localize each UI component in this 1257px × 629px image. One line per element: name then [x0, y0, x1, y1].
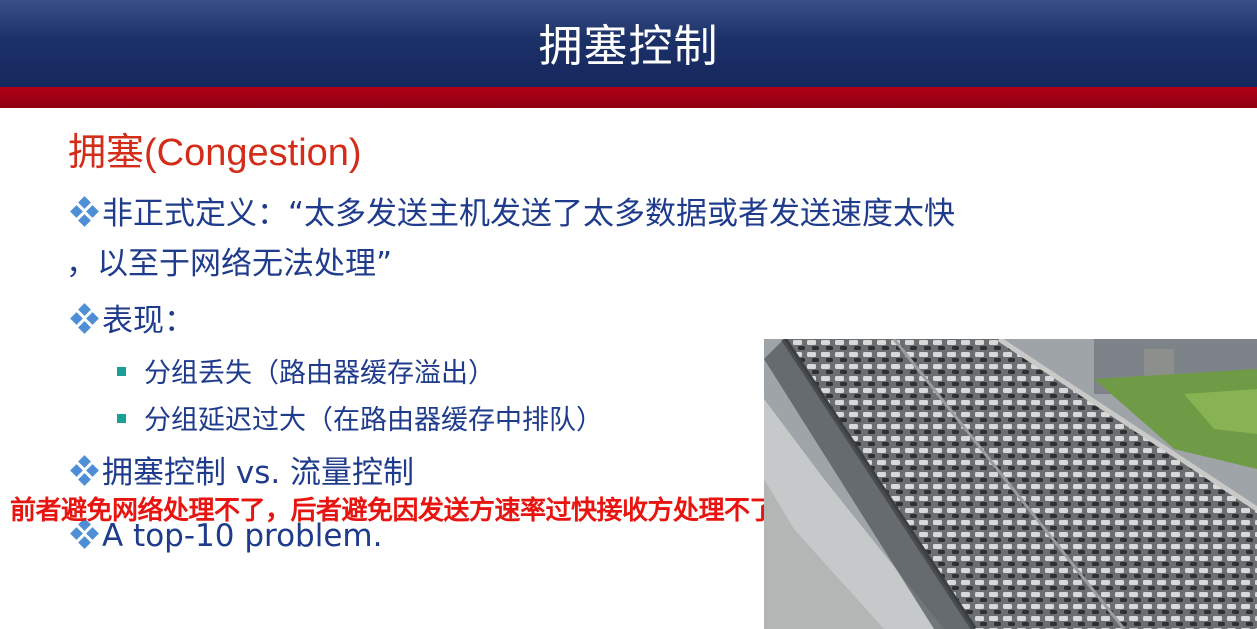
bullet-definition: 非正式定义：“太多发送主机发送了太多数据或者发送速度太快 [70, 193, 955, 235]
diamond-bullet-icon [70, 303, 100, 334]
sub-bullet-text: 分组丢失（路由器缓存溢出） [144, 358, 495, 389]
header-red-bar [0, 87, 1257, 108]
slide-header: 拥塞控制 [0, 0, 1257, 87]
bullet-symptoms: 表现： [70, 300, 195, 342]
bullet-text: 拥塞控制 vs. 流量控制 [102, 455, 415, 491]
slide-title: 拥塞控制 [538, 21, 719, 72]
square-bullet-icon [117, 414, 126, 423]
traffic-jam-illustration [764, 339, 1257, 629]
bullet-text: 表现： [102, 303, 195, 339]
annotation-note: 前者避免网络处理不了，后者避免因发送方速率过快接收方处理不了 [10, 496, 776, 526]
bullet-definition-continued: ，以至于网络无法处理” [66, 243, 392, 285]
traffic-jam-photo [764, 339, 1257, 629]
bullet-congestion-vs-flow: 拥塞控制 vs. 流量控制 [70, 452, 414, 494]
bullet-text: 非正式定义：“太多发送主机发送了太多数据或者发送速度太快 [102, 196, 956, 232]
square-bullet-icon [117, 367, 126, 376]
section-title: 拥塞(Congestion) [68, 132, 362, 174]
bullet-text: ，以至于网络无法处理” [66, 246, 393, 282]
diamond-bullet-icon [70, 196, 100, 227]
diamond-bullet-icon [70, 455, 100, 486]
sub-bullet-text: 分组延迟过大（在路由器缓存中排队） [144, 405, 603, 436]
sub-bullet-packet-loss: 分组丢失（路由器缓存溢出） [117, 355, 495, 393]
sub-bullet-delay: 分组延迟过大（在路由器缓存中排队） [117, 402, 603, 440]
